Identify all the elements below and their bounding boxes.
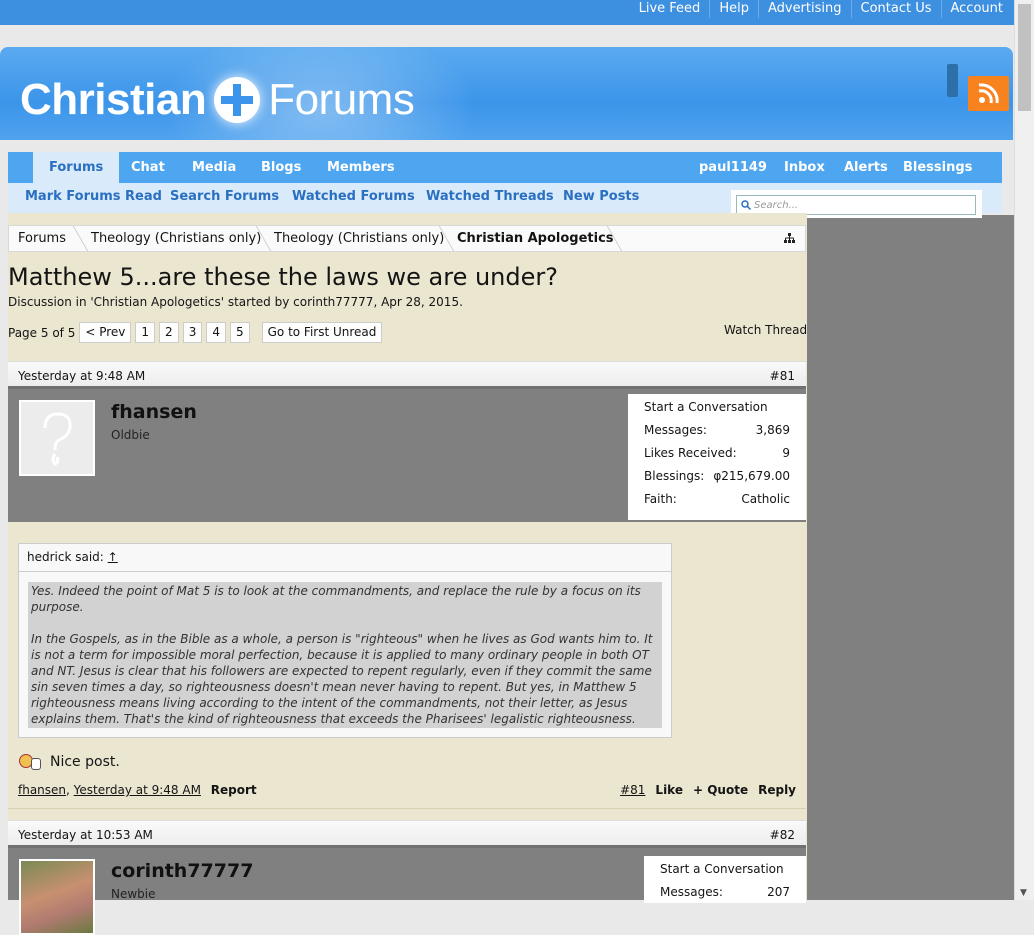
- top-links: Live Feed Help Advertising Contact Us Ac…: [630, 0, 1012, 25]
- quote-header: hedrick said: ↑: [19, 544, 671, 572]
- mark-forums-read-link[interactable]: Mark Forums Read: [25, 189, 162, 204]
- search-icon: [741, 200, 751, 210]
- thread-subtitle: Discussion in 'Christian Apologetics' st…: [8, 295, 463, 309]
- tab-inbox[interactable]: Inbox: [784, 152, 825, 183]
- post-date: Yesterday at 10:53 AM: [18, 828, 153, 842]
- post-number[interactable]: #81: [770, 369, 795, 383]
- quote-button[interactable]: + Quote: [693, 783, 748, 797]
- user-stats: Start a Conversation Messages: 207: [644, 856, 806, 903]
- page-4-button[interactable]: 4: [206, 322, 226, 343]
- watched-forums-link[interactable]: Watched Forums: [292, 189, 415, 204]
- post-date: Yesterday at 9:48 AM: [18, 369, 146, 383]
- quote-paragraph: Yes. Indeed the point of Mat 5 is to loo…: [31, 584, 641, 614]
- start-conversation-link[interactable]: Start a Conversation: [644, 400, 806, 423]
- user-title: Oldbie: [111, 428, 150, 442]
- post-permalink[interactable]: #81: [620, 783, 645, 797]
- user-title: Newbie: [111, 887, 156, 901]
- post-number[interactable]: #82: [770, 828, 795, 842]
- like-button[interactable]: Like: [655, 783, 683, 797]
- sitemap-icon[interactable]: [784, 233, 795, 246]
- post-divider: [8, 808, 806, 809]
- help-link[interactable]: Help: [709, 0, 758, 18]
- start-conversation-link[interactable]: Start a Conversation: [660, 862, 806, 885]
- post-date-link[interactable]: Yesterday at 9:48 AM: [74, 783, 201, 797]
- post-header: Yesterday at 9:48 AM #81: [8, 361, 806, 387]
- username[interactable]: fhansen: [111, 401, 197, 423]
- post-author-link[interactable]: fhansen: [18, 783, 66, 797]
- quote-body: Yes. Indeed the point of Mat 5 is to loo…: [28, 582, 662, 728]
- page-nav: Page 5 of 5 < Prev 1 2 3 4 5 Go to First…: [8, 322, 383, 343]
- breadcrumb-forums[interactable]: Forums: [18, 231, 66, 246]
- first-unread-button[interactable]: Go to First Unread: [261, 322, 383, 343]
- stat-messages: Messages: 207: [660, 885, 790, 899]
- quote-author: hedrick said:: [27, 550, 104, 564]
- scroll-down-arrow-icon[interactable]: ▼: [1020, 888, 1027, 898]
- page-5-button[interactable]: 5: [229, 322, 250, 343]
- breadcrumb-theology-1[interactable]: Theology (Christians only): [91, 231, 261, 246]
- advertising-link[interactable]: Advertising: [757, 0, 851, 18]
- quote-paragraph: In the Gospels, as in the Bible as a who…: [31, 632, 653, 726]
- scrollbar[interactable]: ▼: [1014, 0, 1034, 900]
- user-menu[interactable]: paul1149: [699, 152, 767, 183]
- post-text: Nice post.: [50, 754, 120, 770]
- thread-title: Matthew 5...are these the laws we are un…: [8, 263, 558, 291]
- tab-forums[interactable]: Forums: [33, 152, 120, 183]
- breadcrumb-theology-2[interactable]: Theology (Christians only): [274, 231, 444, 246]
- main-nav: Forums Chat Media Blogs Members paul1149…: [8, 152, 1002, 183]
- quote-source-arrow[interactable]: ↑: [108, 550, 118, 564]
- post-message: Nice post.: [18, 753, 120, 771]
- watched-threads-link[interactable]: Watched Threads: [426, 189, 554, 204]
- page-2-button[interactable]: 2: [159, 322, 179, 343]
- contact-us-link[interactable]: Contact Us: [850, 0, 941, 18]
- search-forums-link[interactable]: Search Forums: [170, 189, 279, 204]
- rss-icon[interactable]: [968, 76, 1009, 111]
- new-posts-link[interactable]: New Posts: [563, 189, 639, 204]
- post-actions: #81 Like + Quote Reply: [620, 783, 796, 797]
- search-input[interactable]: Search...: [736, 195, 976, 215]
- post-header: Yesterday at 10:53 AM #82: [8, 820, 806, 846]
- page-label: Page 5 of 5: [8, 325, 76, 340]
- user-info-block: corinth77777 Newbie Start a Conversation…: [8, 845, 806, 935]
- logo-text-christian: Christian: [20, 75, 207, 124]
- tab-blogs[interactable]: Blogs: [261, 152, 301, 183]
- avatar[interactable]: [19, 400, 95, 476]
- username[interactable]: corinth77777: [111, 860, 253, 882]
- avatar[interactable]: [19, 859, 95, 935]
- top-bar: Live Feed Help Advertising Contact Us Ac…: [0, 0, 1014, 25]
- page-3-button[interactable]: 3: [182, 322, 203, 343]
- stat-messages: Messages: 3,869: [644, 423, 790, 437]
- report-link[interactable]: Report: [211, 783, 257, 797]
- header-handle: [947, 64, 958, 97]
- default-avatar-icon: [43, 412, 72, 466]
- tab-blessings[interactable]: Blessings: [903, 152, 972, 183]
- stat-likes: Likes Received: 9: [644, 446, 790, 460]
- tab-alerts[interactable]: Alerts: [844, 152, 888, 183]
- scrollbar-thumb[interactable]: [1018, 4, 1031, 111]
- breadcrumb: Forums Theology (Christians only) Theolo…: [8, 225, 806, 252]
- live-feed-link[interactable]: Live Feed: [630, 0, 710, 18]
- sidebar-background: [807, 215, 1014, 900]
- clapping-smiley-icon: [18, 753, 42, 771]
- stat-blessings: Blessings: φ215,679.00: [644, 469, 790, 483]
- tab-media[interactable]: Media: [192, 152, 236, 183]
- logo-text-forums: Forums: [268, 75, 415, 124]
- reply-button[interactable]: Reply: [758, 783, 796, 797]
- breadcrumb-christian-apologetics[interactable]: Christian Apologetics: [457, 231, 614, 246]
- cross-icon: [214, 77, 261, 123]
- account-link[interactable]: Account: [940, 0, 1013, 18]
- site-logo[interactable]: Christian Forums: [20, 75, 415, 125]
- search-placeholder: Search...: [754, 199, 799, 211]
- watch-thread-link[interactable]: Watch Thread: [724, 323, 807, 337]
- prev-page-button[interactable]: < Prev: [79, 322, 132, 343]
- tab-chat[interactable]: Chat: [131, 152, 165, 183]
- post-footer: fhansen, Yesterday at 9:48 AM Report #81…: [18, 783, 796, 797]
- stat-faith: Faith: Catholic: [644, 492, 790, 506]
- quote-block: hedrick said: ↑ Yes. Indeed the point of…: [18, 543, 672, 738]
- page-1-button[interactable]: 1: [135, 322, 156, 343]
- tab-members[interactable]: Members: [327, 152, 395, 183]
- user-info-block: fhansen Oldbie Start a Conversation Mess…: [8, 386, 806, 522]
- site-header: Christian Forums: [0, 47, 1013, 140]
- user-stats: Start a Conversation Messages: 3,869 Like…: [628, 394, 806, 520]
